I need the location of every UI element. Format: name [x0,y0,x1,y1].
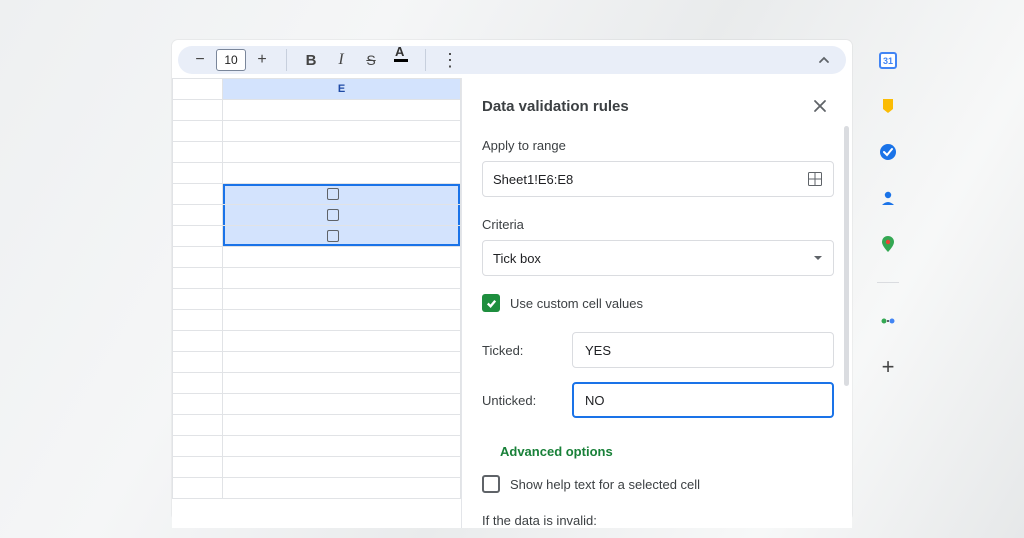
criteria-dropdown[interactable]: Tick box [482,240,834,276]
app-frame: − 10 + B I S ⋮ E [172,40,852,520]
criteria-label: Criteria [482,217,834,232]
ticked-value-input[interactable] [572,332,834,368]
checkbox-widget[interactable] [327,230,339,242]
apply-to-range-label: Apply to range [482,138,834,153]
contacts-icon [879,189,897,207]
advanced-options-toggle[interactable]: Advanced options [500,444,834,459]
font-size-input[interactable]: 10 [216,49,246,71]
bold-button[interactable]: B [297,46,325,74]
font-size-increase-button[interactable]: + [248,46,276,74]
close-icon [813,99,827,113]
criteria-value: Tick box [493,251,541,266]
calendar-icon: 31 [878,50,898,70]
more-button[interactable]: ⋮ [436,46,464,74]
chevron-down-icon [813,255,823,261]
column-header-e[interactable]: E [223,79,461,100]
maps-app-button[interactable] [878,234,898,254]
maps-icon [879,235,897,253]
use-custom-values-checkbox[interactable]: Use custom cell values [482,294,834,312]
calendar-app-button[interactable]: 31 [878,50,898,70]
checkbox-unchecked-icon [482,475,500,493]
chevron-up-icon [818,54,830,66]
unticked-label: Unticked: [482,393,562,408]
rail-separator [877,282,899,283]
content-area: E [172,78,852,528]
ticked-label: Ticked: [482,343,562,358]
add-addon-button[interactable]: + [878,357,898,377]
font-size-decrease-button[interactable]: − [186,46,214,74]
addon-app-button[interactable] [878,311,898,331]
close-panel-button[interactable] [806,92,834,120]
contacts-app-button[interactable] [878,188,898,208]
use-custom-values-label: Use custom cell values [510,296,643,311]
checkbox-checked-icon [482,294,500,312]
tasks-app-button[interactable] [878,142,898,162]
invalid-data-label: If the data is invalid: [482,513,834,528]
range-input[interactable]: Sheet1!E6:E8 [482,161,834,197]
toolbar-separator [425,49,426,71]
svg-text:31: 31 [883,56,893,66]
unticked-value-input[interactable] [572,382,834,418]
corner-cell[interactable] [173,79,223,100]
data-validation-panel: Data validation rules Apply to range She… [462,78,852,528]
strikethrough-button[interactable]: S [357,46,385,74]
side-panel-rail: 31 + [864,40,912,520]
text-color-icon [394,59,408,62]
collapse-toolbar-button[interactable] [810,46,838,74]
panel-title: Data validation rules [482,98,629,115]
text-color-button[interactable] [387,46,415,74]
keep-icon [879,97,897,115]
keep-app-button[interactable] [878,96,898,116]
formatting-toolbar: − 10 + B I S ⋮ [178,46,846,74]
checkbox-widget[interactable] [327,188,339,200]
panel-scrollbar[interactable] [844,126,849,386]
toolbar-separator [286,49,287,71]
range-value: Sheet1!E6:E8 [493,172,573,187]
tasks-icon [879,143,897,161]
addon-icon [879,312,897,330]
show-help-text-label: Show help text for a selected cell [510,477,700,492]
plus-icon: + [882,354,895,380]
show-help-text-checkbox[interactable]: Show help text for a selected cell [482,475,834,493]
checkbox-widget[interactable] [327,209,339,221]
grid-select-icon [807,171,823,187]
spreadsheet-grid[interactable]: E [172,78,462,528]
italic-button[interactable]: I [327,46,355,74]
